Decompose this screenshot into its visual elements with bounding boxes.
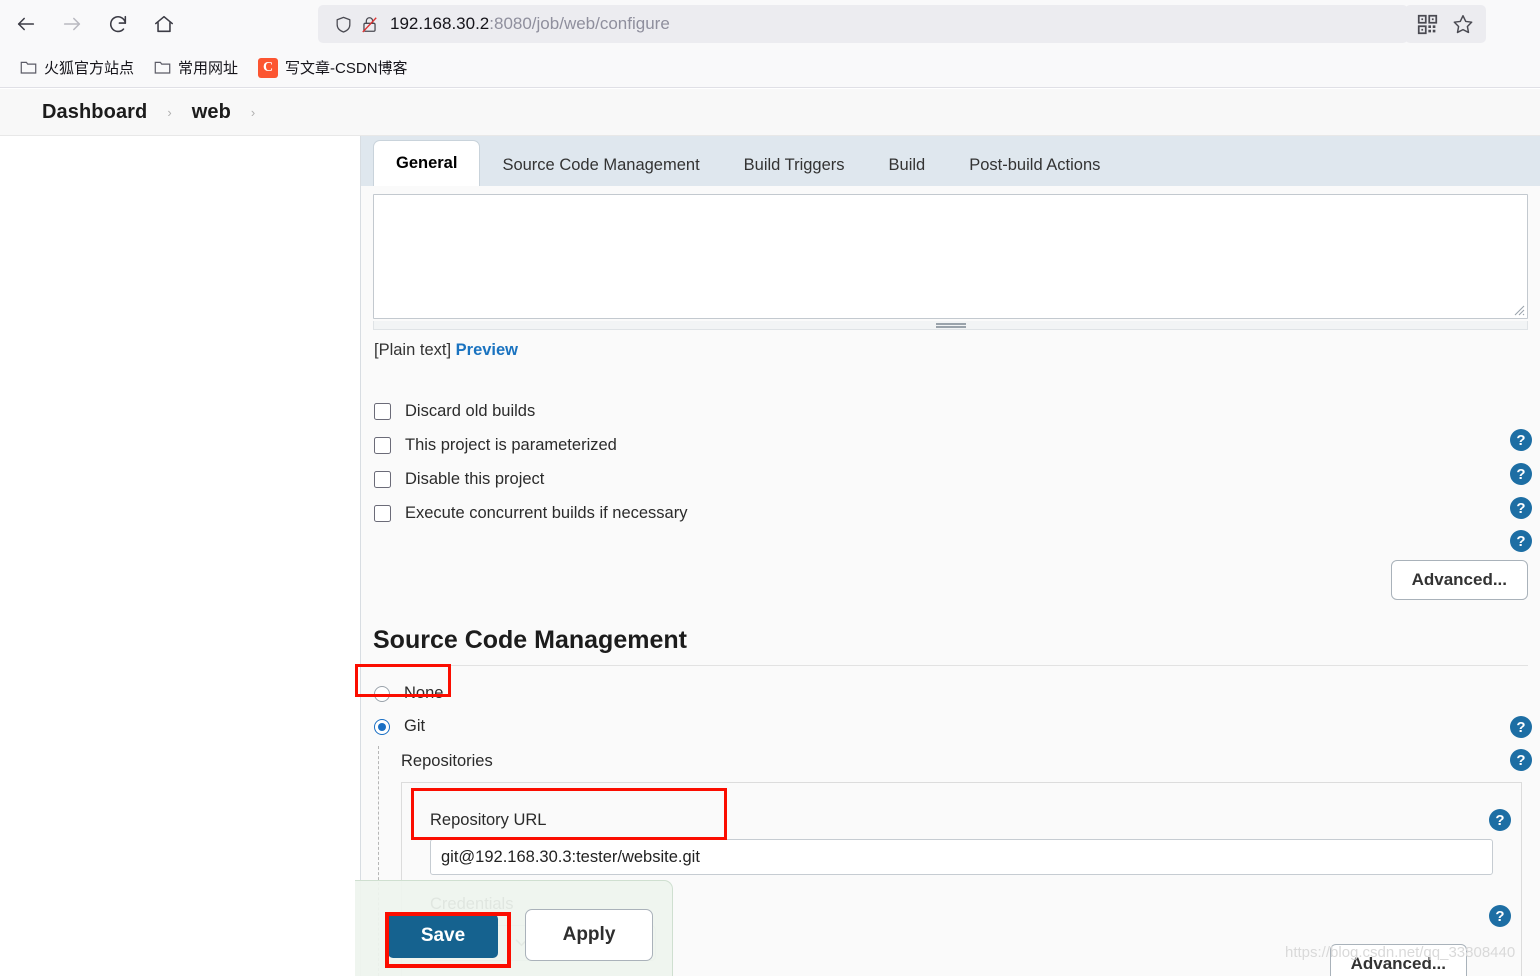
breadcrumb-item-dashboard[interactable]: Dashboard <box>36 99 153 126</box>
side-panel <box>0 136 360 976</box>
forward-arrow-icon <box>63 17 81 31</box>
bookmark-label: 写文章-CSDN博客 <box>285 60 408 77</box>
advanced-button-scm[interactable]: Advanced... <box>1329 944 1467 976</box>
shield-icon[interactable] <box>330 12 356 36</box>
description-textarea[interactable] <box>373 194 1528 319</box>
config-form: [Plain text] Preview Discard old builds … <box>361 186 1540 976</box>
bookmark-label: 火狐官方站点 <box>44 60 135 77</box>
resize-handle-icon[interactable] <box>1511 302 1525 316</box>
checkbox-box-icon <box>374 504 391 522</box>
help-icon-credentials[interactable]: ? <box>1489 905 1511 927</box>
toolbar-actions <box>1405 5 1486 43</box>
radio-circle-icon <box>374 685 390 702</box>
reload-icon <box>109 15 127 33</box>
url-path: :8080/job/web/configure <box>489 14 670 33</box>
checkbox-label: This project is parameterized <box>405 435 617 454</box>
back-arrow-icon <box>17 17 35 31</box>
content-panel: General Source Code Management Build Tri… <box>360 136 1540 976</box>
help-icon-project-is-parameterized[interactable]: ? <box>1510 463 1532 485</box>
checkbox-disable-this-project[interactable]: Disable this project <box>374 462 687 496</box>
broken-lock-icon[interactable] <box>356 12 382 36</box>
checkbox-discard-old-builds[interactable]: Discard old builds <box>374 394 687 428</box>
browser-window: 192.168.30.2:8080/job/web/configure 火狐官方… <box>0 0 1540 976</box>
tab-source-code-management[interactable]: Source Code Management <box>480 144 721 186</box>
page-body: General Source Code Management Build Tri… <box>0 136 1540 976</box>
url-host: 192.168.30.2 <box>390 14 490 33</box>
folder-icon <box>154 60 171 75</box>
advanced-button-general[interactable]: Advanced... <box>1390 560 1528 600</box>
home-button[interactable] <box>144 4 184 44</box>
breadcrumb-separator: › <box>167 104 172 120</box>
repository-url-input[interactable]: git@192.168.30.3:tester/website.git <box>430 839 1493 875</box>
back-button[interactable] <box>6 4 46 44</box>
bookmark-item-csdn[interactable]: C 写文章-CSDN博客 <box>250 54 416 81</box>
radio-label: None <box>404 684 444 702</box>
form-footer-bar: Save Apply <box>355 880 673 976</box>
url-bar[interactable]: 192.168.30.2:8080/job/web/configure <box>318 5 1408 43</box>
preview-link[interactable]: Preview <box>456 341 518 359</box>
checkbox-execute-concurrent-builds[interactable]: Execute concurrent builds if necessary <box>374 496 687 530</box>
checkbox-label: Execute concurrent builds if necessary <box>405 503 688 522</box>
radio-circle-icon <box>374 718 390 735</box>
textarea-drag-rail[interactable] <box>373 321 1528 330</box>
repositories-label: Repositories <box>401 752 493 770</box>
help-icon-disable-this-project[interactable]: ? <box>1510 497 1532 519</box>
checkbox-label: Disable this project <box>405 469 545 488</box>
tab-general[interactable]: General <box>373 140 481 186</box>
bookmark-item-common-sites[interactable]: 常用网址 <box>146 54 246 81</box>
checkbox-box-icon <box>374 436 391 454</box>
help-icon-git[interactable]: ? <box>1510 716 1532 738</box>
reload-button[interactable] <box>98 4 138 44</box>
forward-button[interactable] <box>52 4 92 44</box>
scm-section-heading: Source Code Management <box>373 626 1528 666</box>
markup-type-row: [Plain text] Preview <box>374 341 518 360</box>
checkbox-project-is-parameterized[interactable]: This project is parameterized <box>374 428 687 462</box>
radio-scm-none[interactable]: None <box>374 684 443 703</box>
breadcrumb-item-web[interactable]: web <box>186 99 237 126</box>
url-text: 192.168.30.2:8080/job/web/configure <box>390 14 670 34</box>
save-button[interactable]: Save <box>388 914 498 958</box>
breadcrumb-separator: › <box>250 104 256 120</box>
checkbox-box-icon <box>374 470 391 488</box>
tab-build-triggers[interactable]: Build Triggers <box>722 144 867 186</box>
breadcrumb: Dashboard › web › <box>0 89 1540 136</box>
help-icon-repository-url[interactable]: ? <box>1489 809 1511 831</box>
drag-grip-icon <box>935 323 966 328</box>
tab-post-build-actions[interactable]: Post-build Actions <box>947 144 1122 186</box>
markup-type-label: [Plain text] <box>374 341 452 359</box>
star-icon[interactable] <box>1452 13 1474 35</box>
help-icon-execute-concurrent-builds[interactable]: ? <box>1510 530 1532 552</box>
home-icon <box>154 15 174 33</box>
checkbox-label: Discard old builds <box>405 401 536 420</box>
help-icon-discard-old-builds[interactable]: ? <box>1510 429 1532 451</box>
general-checkbox-list: Discard old builds This project is param… <box>374 394 687 530</box>
bookmark-item-firefox[interactable]: 火狐官方站点 <box>12 54 142 81</box>
radio-scm-git[interactable]: Git <box>374 717 425 736</box>
qr-code-icon[interactable] <box>1417 14 1438 35</box>
config-tab-bar: General Source Code Management Build Tri… <box>361 136 1540 186</box>
radio-label: Git <box>404 717 426 735</box>
csdn-icon: C <box>258 57 279 78</box>
repository-url-label: Repository URL <box>430 811 547 829</box>
browser-toolbar: 192.168.30.2:8080/job/web/configure <box>0 0 1540 48</box>
bookmarks-bar: 火狐官方站点 常用网址 C 写文章-CSDN博客 <box>0 48 1540 88</box>
bookmark-label: 常用网址 <box>178 60 239 77</box>
folder-icon <box>20 60 37 75</box>
tab-build[interactable]: Build <box>867 144 948 186</box>
checkbox-box-icon <box>374 402 391 420</box>
apply-button[interactable]: Apply <box>525 909 653 961</box>
